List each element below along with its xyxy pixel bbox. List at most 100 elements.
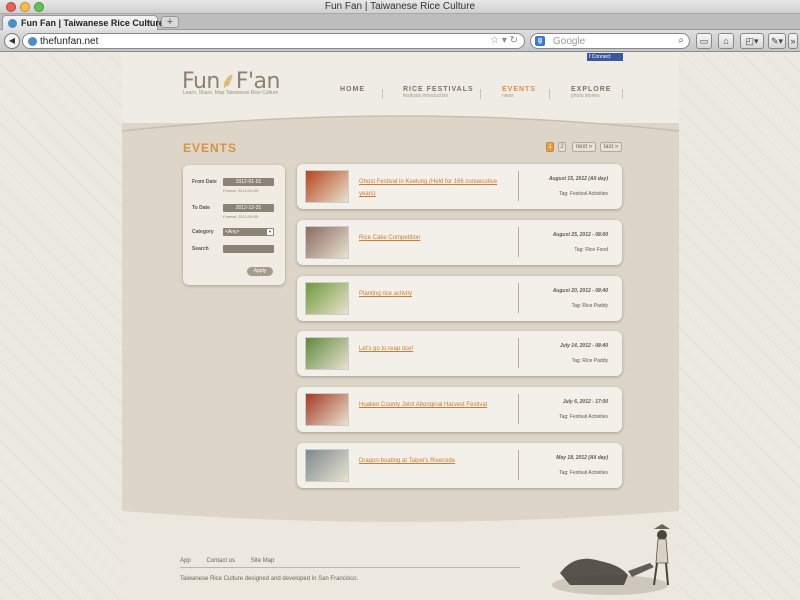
nav-sub: festivals introduction [403, 93, 449, 99]
filter-panel: From Date 2012-01-01 Format: 2012-09-09 … [183, 165, 285, 285]
google-icon[interactable]: g [535, 36, 545, 46]
screenshot-icon[interactable]: ◰▾ [740, 33, 764, 49]
event-card: Dragon-boating at Taipei's Riverside May… [297, 443, 622, 488]
event-divider [518, 450, 519, 480]
event-title-link[interactable]: Ghost Festival in Keelung (Held for 166 … [359, 176, 509, 200]
category-label: Category [192, 229, 214, 235]
page-2-link[interactable]: 2 [558, 142, 566, 152]
site-favicon-icon [28, 37, 37, 46]
event-card: Planting rice activity August 20, 2012 -… [297, 276, 622, 321]
last-page-link[interactable]: last » [600, 142, 622, 152]
event-tag: Tag: Festival Activities [559, 191, 608, 197]
page-title: EVENTS [183, 141, 238, 155]
chevron-down-icon: ▼ [267, 229, 273, 235]
event-tag: Tag: Festival Activities [559, 414, 608, 420]
tab-bar: Fun Fan | Taiwanese Rice Culture × + [0, 14, 800, 30]
event-tag: Tag: Festival Activities [559, 470, 608, 476]
nav-sub: news [502, 93, 514, 99]
footer-credit: Taiwanese Rice Culture designed and deve… [180, 576, 359, 582]
search-label: Search [192, 246, 209, 252]
event-thumbnail[interactable] [305, 226, 349, 259]
url-text: thefunfan.net [40, 36, 99, 47]
apply-button[interactable]: Apply [247, 267, 273, 276]
nav-label: RICE FESTIVALS [403, 86, 474, 93]
event-divider [518, 171, 519, 201]
event-date: August 25, 2012 - 08:00 [552, 232, 608, 238]
footer-links: App Contact us Site Map [180, 558, 288, 564]
nav-label: EXPLORE [571, 86, 612, 93]
event-date: July 6, 2012 - 17:00 [562, 399, 608, 405]
nav-divider [480, 89, 481, 99]
event-divider [518, 338, 519, 368]
event-date: May 18, 2012 (All day) [556, 455, 608, 461]
address-bar[interactable]: thefunfan.net ☆ ▾ ↻ [22, 33, 525, 49]
nav-divider [382, 89, 383, 99]
event-card: Ghost Festival in Keelung (Held for 166 … [297, 164, 622, 209]
event-divider [518, 283, 519, 313]
footer-link-sitemap[interactable]: Site Map [251, 558, 275, 564]
nav-events[interactable]: EVENTS news [502, 86, 536, 99]
home-icon[interactable]: ⌂ [718, 33, 734, 49]
next-page-link[interactable]: next » [572, 142, 596, 152]
nav-divider [622, 89, 623, 99]
event-title-link[interactable]: Rice Cake Competition [359, 232, 509, 244]
nav-rice-festivals[interactable]: RICE FESTIVALS festivals introduction [403, 86, 474, 99]
event-date: July 14, 2012 - 08:40 [559, 343, 608, 349]
window-title: Fun Fan | Taiwanese Rice Culture [324, 1, 476, 12]
browser-tab[interactable]: Fun Fan | Taiwanese Rice Culture × [2, 15, 164, 30]
event-title-link[interactable]: Hualien County Joint Aboriginal Harvest … [359, 399, 509, 411]
new-tab-button[interactable]: + [161, 16, 179, 28]
to-date-hint: Format: 2012-09-09 [223, 214, 259, 219]
from-date-field[interactable]: 2012-01-01 [223, 178, 274, 186]
event-card: Let's go to reap rice! July 14, 2012 - 0… [297, 331, 622, 376]
overflow-chevron-icon[interactable]: » [788, 33, 798, 49]
event-thumbnail[interactable] [305, 337, 349, 370]
event-title-link[interactable]: Let's go to reap rice! [359, 343, 509, 355]
footer-link-app[interactable]: App [180, 558, 191, 564]
bookmark-star-icon[interactable]: ☆ ▾ ↻ [490, 35, 518, 46]
event-date: August 20, 2012 - 08:40 [552, 288, 608, 294]
event-date: August 15, 2012 (All day) [548, 176, 608, 182]
facebook-connect-button[interactable]: f Connect [587, 53, 623, 61]
event-card: Rice Cake Competition August 25, 2012 - … [297, 220, 622, 265]
event-thumbnail[interactable] [305, 170, 349, 203]
event-divider [518, 227, 519, 257]
search-input[interactable] [223, 245, 274, 253]
event-tag: Tag: Rice Food [574, 247, 608, 253]
event-tag: Tag: Rice Paddy [571, 303, 608, 309]
event-thumbnail[interactable] [305, 393, 349, 426]
back-button[interactable]: ◀ [4, 33, 20, 49]
favicon-icon [8, 19, 17, 28]
from-date-label: From Date [192, 179, 217, 185]
to-date-field[interactable]: 2012-12-31 [223, 204, 274, 212]
page-1-link[interactable]: 1 [546, 142, 554, 152]
site-tagline: Learn, Share, Map Taiwanese Rice Culture [183, 90, 279, 96]
bookmarks-button[interactable]: ▭ [696, 33, 712, 49]
event-title-link[interactable]: Planting rice activity [359, 288, 509, 300]
from-date-hint: Format: 2012-09-09 [223, 188, 259, 193]
search-icon[interactable]: ⌕ [678, 35, 684, 46]
to-date-label: To Date [192, 205, 210, 211]
header-curve [122, 115, 679, 139]
nav-home[interactable]: HOME [340, 86, 365, 93]
tools-icon[interactable]: ✎▾ [768, 33, 786, 49]
event-thumbnail[interactable] [305, 282, 349, 315]
footer-curve [122, 503, 679, 522]
tab-close-icon[interactable]: × [148, 17, 153, 27]
footer-link-contact[interactable]: Contact us [206, 558, 235, 564]
nav-explore[interactable]: EXPLORE photo stories [571, 86, 611, 99]
nav-divider [549, 89, 550, 99]
event-tag: Tag: Rice Paddy [571, 358, 608, 364]
farmer-with-buffalo-illustration [552, 524, 670, 595]
event-thumbnail[interactable] [305, 449, 349, 482]
nav-sub: photo stories [571, 93, 600, 99]
connect-label: Connect [591, 54, 611, 60]
event-divider [518, 394, 519, 424]
category-value: <Any> [225, 229, 240, 235]
event-title-link[interactable]: Dragon-boating at Taipei's Riverside [359, 455, 509, 467]
nav-label: HOME [340, 86, 365, 93]
category-select[interactable]: <Any> ▼ [223, 228, 274, 236]
event-card: Hualien County Joint Aboriginal Harvest … [297, 387, 622, 432]
search-bar[interactable]: g Google ⌕ [530, 33, 690, 49]
nav-label: EVENTS [502, 86, 537, 93]
